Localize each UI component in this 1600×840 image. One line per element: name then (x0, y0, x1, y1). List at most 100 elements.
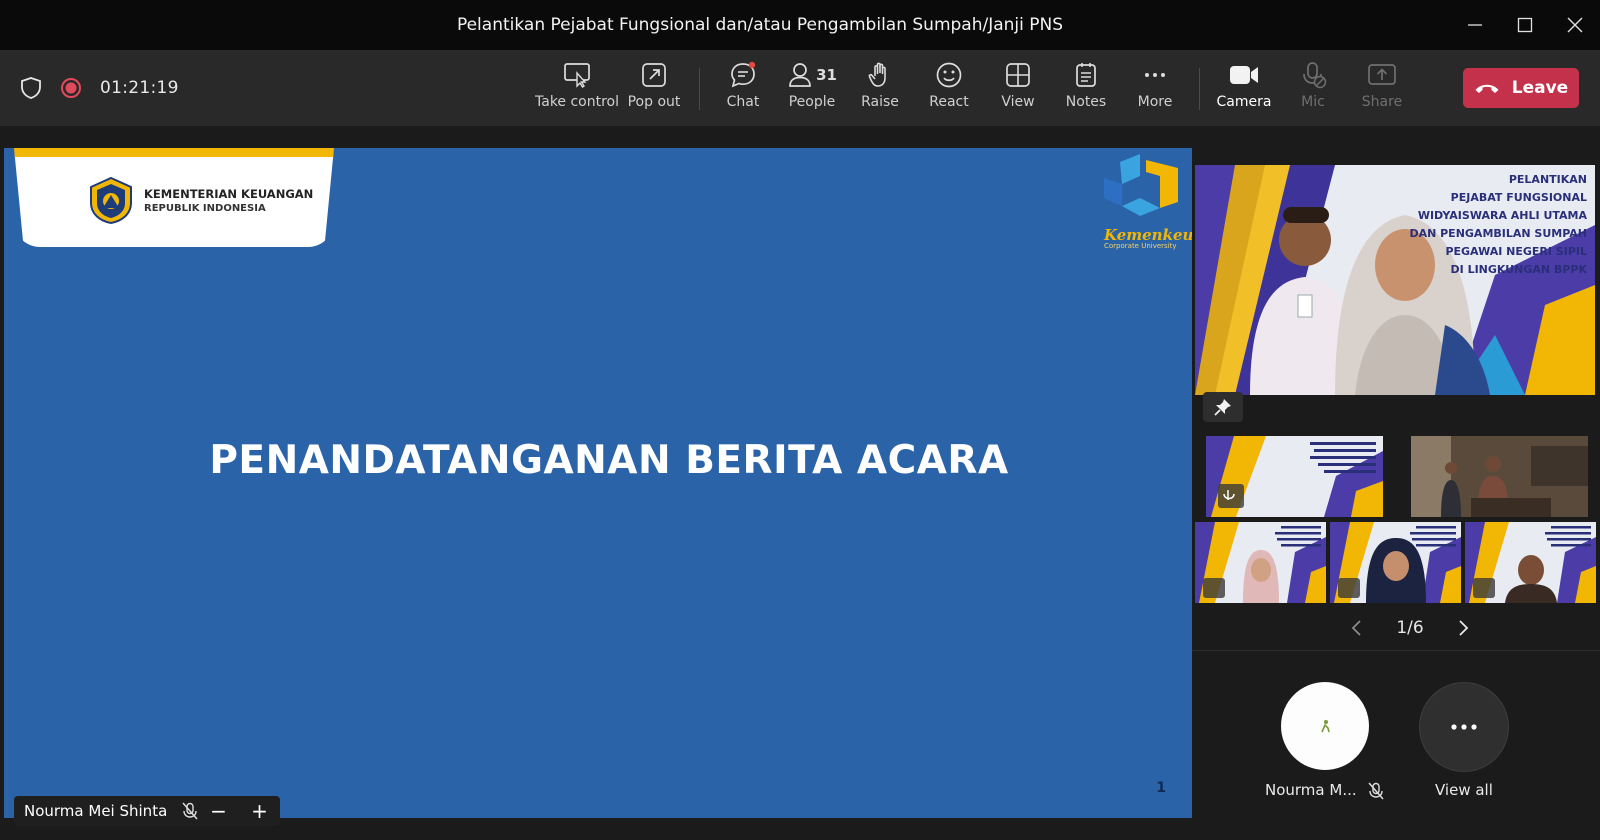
notes-button[interactable]: Notes (1048, 58, 1124, 120)
minimize-button[interactable] (1450, 0, 1500, 50)
participant-tile[interactable] (1206, 436, 1383, 517)
banner-line: WIDYAISWARA AHLI UTAMA (1417, 209, 1587, 222)
more-button[interactable]: More (1117, 58, 1193, 120)
org-subtitle: REPUBLIK INDONESIA (144, 203, 266, 214)
user-name: Nourma M... (1265, 781, 1357, 799)
zoom-controls: − + (198, 796, 280, 826)
slide-page-number: 1 (1156, 780, 1166, 796)
view-label: View (1001, 94, 1035, 110)
chat-label: Chat (726, 94, 760, 110)
react-label: React (929, 94, 969, 110)
camera-icon (1230, 66, 1258, 84)
corpu-subtitle: Corporate University (1104, 242, 1177, 250)
people-count: 31 (816, 66, 837, 84)
gallery-page-label: 1/6 (1396, 618, 1424, 638)
window-controls (1450, 0, 1600, 50)
window-title: Pelantikan Pejabat Fungsional dan/atau P… (456, 15, 1064, 35)
participant-video-thumbnail (1330, 522, 1461, 603)
camera-label: Camera (1216, 94, 1272, 110)
org-name: KEMENTERIAN KEUANGAN (144, 187, 314, 201)
leave-button[interactable]: Leave (1463, 68, 1579, 108)
more-icon (1145, 73, 1165, 77)
banner-line: DI LINGKUNGAN BPPK (1450, 263, 1587, 276)
close-icon (1567, 17, 1583, 33)
window-titlebar: Pelantikan Pejabat Fungsional dan/atau P… (0, 0, 1600, 50)
view-layout-icon (1006, 63, 1030, 87)
presenter-name: Nourma Mei Shinta (24, 802, 168, 820)
minimize-icon (1468, 24, 1482, 26)
people-button[interactable]: 31 People (774, 58, 850, 120)
mic-off-icon (1303, 62, 1327, 89)
banner-line: PEJABAT FUNGSIONAL (1450, 191, 1587, 204)
take-control-label: Take control (535, 94, 620, 110)
banner-line: PEGAWAI NEGERI SIPIL (1445, 245, 1587, 258)
close-button[interactable] (1550, 0, 1600, 50)
toolbar-divider (699, 68, 700, 110)
react-button[interactable]: React (911, 58, 987, 120)
toolbar-divider (1199, 68, 1200, 110)
gallery-pager: 1/6 (1350, 616, 1470, 640)
zoom-out-button[interactable]: − (210, 799, 227, 823)
participant-tile[interactable] (1411, 436, 1588, 517)
camera-button[interactable]: Camera (1206, 58, 1282, 120)
zoom-in-button[interactable]: + (251, 799, 268, 823)
presenter-name-tag: Nourma Mei Shinta (14, 796, 210, 826)
banner-thumbnail (1206, 436, 1383, 517)
room-video-thumbnail (1411, 436, 1588, 517)
mic-button[interactable]: Mic (1275, 58, 1351, 120)
pop-out-label: Pop out (627, 94, 681, 110)
share-label: Share (1361, 94, 1403, 110)
participant-video-thumbnail (1195, 522, 1326, 603)
meeting-toolbar: 01:21:19 Take control Pop out Chat 31 Pe… (0, 50, 1600, 126)
raise-hand-icon (868, 62, 886, 87)
hang-up-icon (1475, 84, 1499, 93)
people-icon (789, 63, 811, 87)
maximize-button[interactable] (1500, 0, 1550, 50)
maximize-icon (1517, 17, 1533, 33)
chevron-left-icon[interactable] (1350, 619, 1364, 637)
featured-video[interactable]: PELANTIKAN PEJABAT FUNGSIONAL WIDYAISWAR… (1195, 165, 1595, 395)
more-label: More (1137, 94, 1173, 110)
pop-out-button[interactable]: Pop out (616, 58, 692, 120)
take-control-icon (564, 63, 590, 88)
take-control-button[interactable]: Take control (535, 58, 619, 120)
share-screen-icon (1368, 64, 1396, 85)
raise-label: Raise (861, 94, 899, 110)
avatar-figure-icon (1321, 720, 1330, 733)
featured-banner-text: PELANTIKAN PEJABAT FUNGSIONAL WIDYAISWAR… (1409, 171, 1587, 279)
user-avatar[interactable] (1281, 682, 1369, 770)
participant-tile[interactable] (1195, 522, 1326, 603)
leave-label: Leave (1511, 78, 1569, 98)
more-icon (1451, 724, 1477, 730)
share-button[interactable]: Share (1344, 58, 1420, 120)
view-button[interactable]: View (980, 58, 1056, 120)
pin-button[interactable] (1203, 392, 1243, 422)
recording-icon (61, 78, 81, 98)
smiley-icon (936, 62, 962, 88)
shield-icon[interactable] (20, 76, 42, 100)
participant-video-thumbnail (1465, 522, 1596, 603)
mic-muted-icon (182, 802, 198, 820)
view-all-label: View all (1435, 781, 1493, 799)
view-all-button[interactable] (1419, 682, 1509, 772)
chat-icon (731, 61, 756, 88)
banner-line: PELANTIKAN (1508, 173, 1587, 186)
participant-tile[interactable] (1465, 522, 1596, 603)
corpu-logo-icon (1104, 154, 1178, 216)
meeting-status: 01:21:19 (20, 50, 179, 126)
participant-tile[interactable] (1330, 522, 1461, 603)
pin-icon (1214, 399, 1231, 416)
corpu-logo: Kemenkeu Corporate University (1100, 154, 1192, 250)
pop-out-icon (642, 63, 666, 87)
raise-hand-button[interactable]: Raise (842, 58, 918, 120)
banner-line: DAN PENGAMBILAN SUMPAH (1409, 227, 1587, 240)
meeting-timer: 01:21:19 (100, 78, 179, 98)
chevron-right-icon[interactable] (1456, 619, 1470, 637)
mic-muted-icon (1368, 782, 1384, 800)
chat-button[interactable]: Chat (705, 58, 781, 120)
shared-slide[interactable]: KEMENTERIAN KEUANGAN REPUBLIK INDONESIA … (4, 148, 1192, 818)
slide-title: PENANDATANGANAN BERITA ACARA (209, 438, 1009, 483)
notes-label: Notes (1065, 94, 1107, 110)
kemenkeu-logo-card: KEMENTERIAN KEUANGAN REPUBLIK INDONESIA (14, 148, 334, 247)
mic-label: Mic (1301, 94, 1325, 110)
